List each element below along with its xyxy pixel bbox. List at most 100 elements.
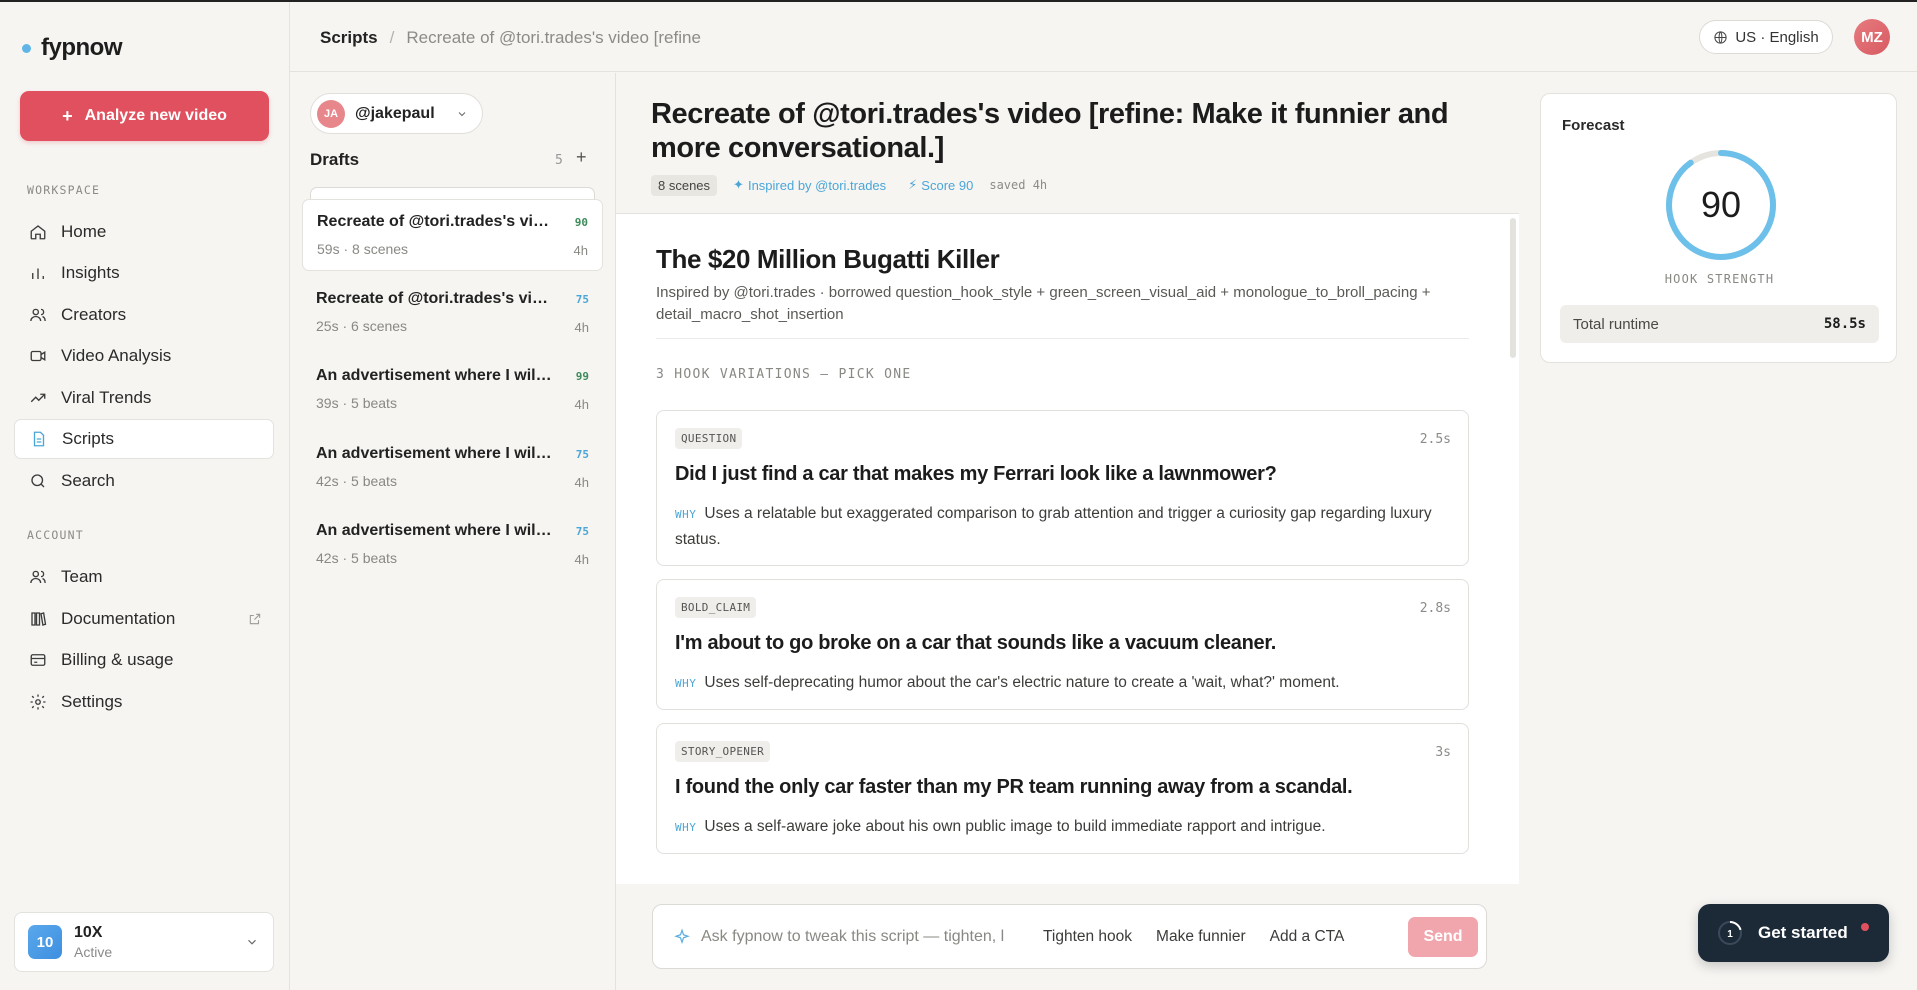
draft-score: 75: [575, 293, 589, 306]
draft-meta: 42s · 5 beats: [316, 473, 397, 489]
draft-meta: 42s · 5 beats: [316, 550, 397, 566]
get-started-label: Get started: [1758, 923, 1848, 942]
sidebar-item-settings[interactable]: Settings: [14, 682, 274, 722]
sidebar-item-label: Insights: [61, 263, 120, 282]
hook-card-question[interactable]: QUESTION 2.5s Did I just find a car that…: [656, 410, 1469, 566]
sidebar-item-label: Billing & usage: [61, 650, 174, 669]
hook-why-text: Uses a self-aware joke about his own pub…: [704, 818, 1326, 835]
draft-item[interactable]: An advertisement where I will show 39s · …: [302, 354, 603, 426]
hook-text: I'm about to go broke on a car that soun…: [675, 632, 1276, 654]
breadcrumb-separator: /: [389, 28, 395, 47]
scrollbar[interactable]: [1510, 218, 1516, 358]
sidebar-item-team[interactable]: Team: [14, 557, 274, 597]
add-draft-button[interactable]: +: [576, 147, 587, 168]
draft-score: 75: [575, 448, 589, 461]
sidebar: fypnow + Analyze new video WORKSPACE Hom…: [0, 2, 290, 990]
sidebar-item-home[interactable]: Home: [14, 212, 274, 252]
analyze-new-video-label: Analyze new video: [84, 107, 227, 124]
gear-icon: [30, 694, 46, 710]
plus-icon: +: [62, 105, 73, 126]
sidebar-item-scripts[interactable]: Scripts: [14, 419, 274, 459]
draft-meta: 25s · 6 scenes: [316, 318, 408, 334]
draft-item[interactable]: Recreate of @tori.trades's video [refine…: [302, 199, 603, 271]
script-content[interactable]: The $20 Million Bugatti Killer Inspired …: [616, 214, 1519, 884]
notification-dot: [1861, 923, 1869, 931]
chevron-down-icon: [458, 111, 466, 116]
draft-title: Recreate of @tori.trades's video [refine…: [317, 213, 557, 230]
draft-item[interactable]: Recreate of @tori.trades's video 25s · 6 …: [302, 277, 603, 349]
language-label: US · English: [1735, 28, 1819, 46]
page-title: Recreate of @tori.trades's video [refine…: [651, 98, 1449, 164]
draft-item[interactable]: An advertisement where I will show 42s · …: [302, 509, 603, 581]
account-avatar: JA: [317, 99, 345, 128]
score-label: Score 90: [921, 177, 974, 193]
sidebar-item-creators[interactable]: Creators: [14, 295, 274, 335]
draft-item[interactable]: An advertisement where I will show 42s · …: [302, 432, 603, 504]
draft-score: 75: [575, 525, 589, 538]
sidebar-item-viral-trends[interactable]: Viral Trends: [14, 378, 274, 418]
sidebar-item-label: Settings: [61, 692, 123, 711]
why-label: WHY: [675, 508, 697, 521]
sidebar-item-documentation[interactable]: Documentation: [14, 599, 274, 639]
language-selector[interactable]: US · English: [1699, 20, 1833, 54]
hook-type-tag: QUESTION: [675, 428, 743, 449]
trending-up-icon: [30, 393, 46, 403]
draft-time: 4h: [574, 475, 589, 490]
logo-dot-icon: [22, 43, 31, 53]
add-cta-chip[interactable]: Add a CTA: [1258, 922, 1357, 952]
sidebar-item-video-analysis[interactable]: Video Analysis: [14, 336, 274, 376]
script-title: The $20 Million Bugatti Killer: [656, 244, 1000, 274]
tighten-hook-chip[interactable]: Tighten hook: [1031, 922, 1144, 952]
plan-switcher[interactable]: 10 10X Active: [14, 912, 274, 972]
external-link-icon: [249, 613, 261, 625]
app-logo[interactable]: fypnow: [22, 34, 123, 62]
sidebar-item-label: Video Analysis: [61, 346, 172, 365]
hook-duration: 2.5s: [1419, 432, 1451, 447]
draft-meta: 39s · 5 beats: [316, 395, 397, 411]
bar-chart-icon: [32, 268, 44, 279]
sparkle-icon: [674, 927, 690, 944]
hook-text: I found the only car faster than my PR t…: [675, 776, 1353, 798]
inspired-by-label: Inspired by @tori.trades: [747, 177, 887, 193]
plan-name: 10X: [74, 924, 103, 941]
send-button[interactable]: Send: [1408, 917, 1478, 957]
library-icon: [31, 612, 47, 626]
make-funnier-chip[interactable]: Make funnier: [1144, 922, 1258, 952]
script-subtitle: Inspired by @tori.trades · borrowed ques…: [656, 284, 1431, 323]
account-section-label: ACCOUNT: [27, 528, 84, 542]
drafts-heading: Drafts: [310, 150, 360, 169]
user-avatar[interactable]: MZ: [1854, 19, 1890, 55]
hook-rationale: WHY Uses a self-aware joke about his own …: [675, 814, 1455, 840]
hook-type-tag: STORY_OPENER: [675, 741, 771, 762]
hook-card-bold-claim[interactable]: BOLD_CLAIM 2.8s I'm about to go broke on…: [656, 579, 1469, 710]
sidebar-item-label: Team: [61, 567, 103, 586]
breadcrumb-root[interactable]: Scripts: [320, 28, 378, 48]
chevron-down-icon: [248, 939, 256, 945]
tweak-input[interactable]: [701, 927, 1031, 946]
forecast-score: 90: [1700, 184, 1742, 225]
hook-card-story-opener[interactable]: STORY_OPENER 3s I found the only car fas…: [656, 723, 1469, 854]
drafts-panel: JA @jakepaul Drafts 5 + Recreate of @tor…: [290, 73, 616, 990]
hook-duration: 3s: [1435, 745, 1451, 760]
document-icon: [33, 431, 45, 447]
sidebar-item-search[interactable]: Search: [14, 461, 274, 501]
analyze-new-video-button[interactable]: + Analyze new video: [20, 91, 269, 141]
tweak-chat-bar: Tighten hook Make funnier Add a CTA Send: [652, 904, 1487, 969]
sidebar-item-billing[interactable]: Billing & usage: [14, 640, 274, 680]
script-editor: Recreate of @tori.trades's video [refine…: [616, 73, 1519, 990]
inspired-by-badge[interactable]: ✦ Inspired by @tori.trades: [727, 174, 892, 196]
users-icon: [30, 308, 46, 322]
total-runtime-row: Total runtime 58.5s: [1560, 305, 1879, 343]
account-switcher[interactable]: JA @jakepaul: [310, 93, 483, 134]
plan-badge: 10: [28, 925, 62, 959]
get-started-button[interactable]: 1 Get started: [1698, 904, 1889, 962]
forecast-card: Forecast 90 HOOK STRENGTH Total runtime …: [1540, 93, 1897, 363]
draft-title: Recreate of @tori.trades's video: [316, 290, 556, 307]
hook-rationale: WHY Uses a relatable but exaggerated comp…: [675, 501, 1455, 552]
sidebar-item-insights[interactable]: Insights: [14, 253, 274, 293]
home-icon: [30, 225, 46, 240]
hook-type-tag: BOLD_CLAIM: [675, 597, 757, 618]
hook-rationale: WHY Uses self-deprecating humor about the…: [675, 670, 1455, 696]
saved-status: saved 4h: [989, 178, 1048, 192]
draft-score: 90: [574, 216, 588, 229]
